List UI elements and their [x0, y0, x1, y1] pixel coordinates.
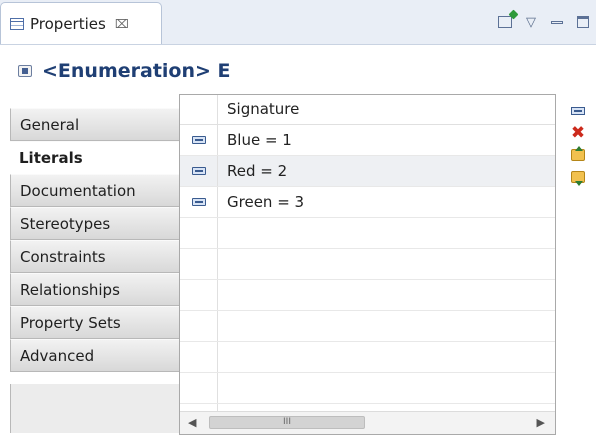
maximize-button[interactable]	[570, 10, 596, 34]
pin-view-button[interactable]	[492, 10, 518, 34]
tab-title: Properties	[30, 14, 106, 33]
scroll-right-icon[interactable]: ▶	[537, 416, 545, 429]
tab-relationships[interactable]: Relationships	[10, 273, 179, 306]
table-header: Signature	[180, 95, 555, 125]
chevron-down-icon: ▽	[526, 14, 536, 30]
properties-icon	[10, 17, 24, 30]
empty-row	[180, 218, 555, 249]
table-row[interactable]: Green = 3	[180, 187, 555, 218]
tab-constraints[interactable]: Constraints	[10, 240, 179, 273]
tab-label: Relationships	[20, 281, 120, 299]
row-icon-cell	[180, 218, 218, 248]
row-icon-cell	[180, 342, 218, 372]
properties-header: <Enumeration> E	[18, 58, 231, 84]
tab-documentation[interactable]: Documentation	[10, 174, 179, 207]
scroll-thumb[interactable]: III	[209, 416, 365, 429]
literal-actions: ✖	[566, 100, 590, 188]
table-row-selected[interactable]: Red = 2	[180, 156, 555, 187]
delete-icon: ✖	[570, 123, 586, 143]
tab-label: Constraints	[20, 248, 106, 266]
page-title: <Enumeration> E	[42, 60, 231, 82]
empty-row	[180, 280, 555, 311]
empty-row	[180, 249, 555, 280]
tab-advanced[interactable]: Advanced	[10, 339, 179, 372]
enumeration-icon	[18, 65, 32, 77]
enumeration-literal-icon	[191, 167, 206, 175]
row-icon-cell	[180, 280, 218, 310]
minimize-button[interactable]	[544, 10, 570, 34]
move-down-icon	[571, 171, 585, 186]
tab-stereotypes[interactable]: Stereotypes	[10, 207, 179, 240]
empty-row	[180, 311, 555, 342]
row-icon-cell	[180, 125, 218, 155]
minimize-icon	[551, 20, 563, 24]
pin-icon	[498, 16, 512, 28]
enumeration-literal-icon	[191, 198, 206, 206]
add-literal-button[interactable]	[566, 100, 590, 122]
view-title-bar: Properties ⌧ ▽	[0, 0, 596, 45]
signature-cell[interactable]: Green = 3	[218, 187, 304, 217]
row-icon-cell	[180, 311, 218, 341]
row-icon-cell	[180, 187, 218, 217]
move-up-button[interactable]	[566, 144, 590, 166]
row-icon-cell	[180, 156, 218, 186]
tabs-filler	[10, 384, 179, 433]
scroll-left-icon[interactable]: ◀	[188, 416, 196, 429]
tab-label: Advanced	[20, 347, 95, 365]
row-icon-cell	[180, 373, 218, 403]
tab-general[interactable]: General	[10, 108, 179, 141]
signature-cell[interactable]: Blue = 1	[218, 125, 292, 155]
delete-literal-button[interactable]: ✖	[566, 122, 590, 144]
close-icon[interactable]: ⌧	[115, 17, 129, 31]
maximize-icon	[577, 16, 589, 28]
table-row[interactable]: Blue = 1	[180, 125, 555, 156]
signature-column-header[interactable]: Signature	[218, 95, 299, 124]
view-toolbar: ▽	[492, 10, 596, 34]
icon-column-header	[180, 95, 218, 124]
empty-row	[180, 373, 555, 404]
move-down-button[interactable]	[566, 166, 590, 188]
horizontal-scrollbar[interactable]: ◀ III ▶	[180, 411, 555, 434]
tab-literals[interactable]: Literals	[10, 141, 179, 174]
tab-label: General	[20, 116, 80, 134]
tab-label: Property Sets	[20, 314, 121, 332]
tab-property-sets[interactable]: Property Sets	[10, 306, 179, 339]
tab-label: Stereotypes	[20, 215, 111, 233]
tab-label: Documentation	[20, 182, 136, 200]
row-icon-cell	[180, 249, 218, 279]
empty-row	[180, 342, 555, 373]
signature-cell[interactable]: Red = 2	[218, 156, 287, 186]
properties-view-tab[interactable]: Properties ⌧	[0, 2, 162, 44]
section-tabs: General Literals Documentation Stereotyp…	[10, 104, 179, 372]
enumeration-literal-icon	[191, 136, 206, 144]
literals-table[interactable]: Signature Blue = 1 Red = 2 Green = 3 ◀ I…	[179, 94, 556, 435]
move-up-icon	[571, 146, 585, 161]
add-literal-icon	[571, 107, 585, 115]
view-menu-button[interactable]: ▽	[518, 10, 544, 34]
tab-label: Literals	[19, 149, 83, 167]
